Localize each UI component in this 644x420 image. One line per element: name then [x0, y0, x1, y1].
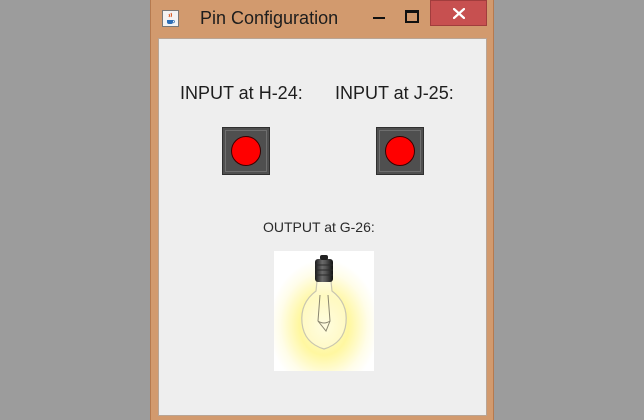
title-bar[interactable]: Pin Configuration	[151, 0, 493, 38]
input-label-j25: INPUT at J-25:	[335, 83, 454, 103]
output-label-g26: OUTPUT at G-26:	[263, 219, 375, 235]
input-toggle-j25[interactable]	[376, 127, 424, 175]
input-toggle-h24[interactable]	[222, 127, 270, 175]
pin-configuration-window: Pin Configuration INPUT at H-24: INPUT a…	[150, 0, 494, 420]
java-cup-icon[interactable]	[162, 10, 179, 27]
input-label-h24: INPUT at H-24:	[180, 83, 303, 103]
close-icon	[453, 8, 465, 19]
output-bulb-display	[274, 251, 374, 371]
content-panel: INPUT at H-24: INPUT at J-25: OUTPUT at …	[158, 38, 487, 416]
red-indicator-icon	[231, 136, 261, 166]
red-indicator-icon	[385, 136, 415, 166]
minimize-icon[interactable]	[365, 5, 393, 27]
window-title: Pin Configuration	[200, 8, 339, 28]
close-button[interactable]	[430, 0, 487, 26]
maximize-icon[interactable]	[397, 5, 425, 27]
light-bulb-icon	[274, 251, 374, 371]
